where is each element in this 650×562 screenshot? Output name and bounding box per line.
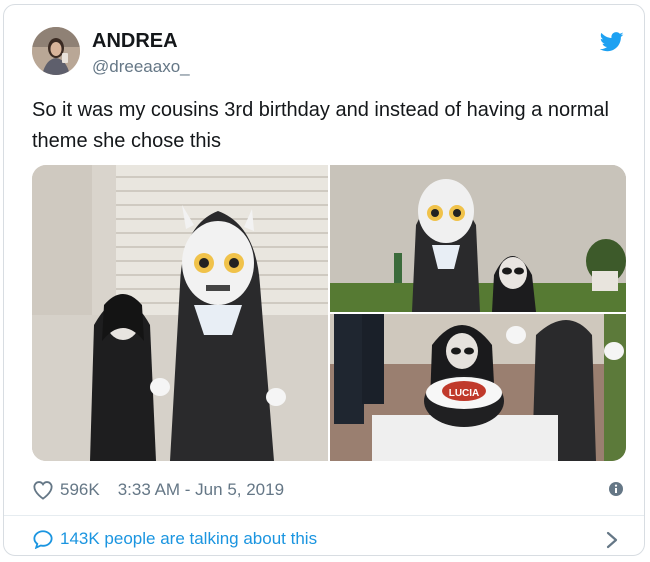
chevron-right-icon[interactable] (605, 530, 619, 550)
like-count[interactable]: 596K (60, 480, 100, 500)
tweet-text: So it was my cousins 3rd birthday and in… (32, 99, 609, 152)
author-avatar[interactable] (32, 27, 80, 75)
speech-bubble-icon (33, 530, 53, 549)
author-handle[interactable]: @dreeaaxo_ (92, 57, 190, 77)
tweet-card: ANDREA @dreeaaxo_ So it was my cousins 3… (3, 4, 645, 556)
avatar-image (32, 27, 80, 75)
conversation-link[interactable]: 143K people are talking about this (32, 529, 317, 549)
divider (4, 515, 644, 516)
conversation-text: 143K people are talking about this (60, 529, 318, 548)
photo-bottom-right[interactable]: LUCIA (330, 314, 626, 461)
photo-collage: LUCIA (32, 165, 626, 461)
heart-icon[interactable] (32, 480, 54, 500)
tweet-meta: 596K 3:33 AM - Jun 5, 2019 (32, 479, 284, 501)
cake-text: LUCIA (449, 388, 480, 399)
photo-left[interactable] (32, 165, 328, 461)
twitter-bird-icon[interactable] (600, 32, 624, 52)
tweet-photo-grid[interactable]: LUCIA (32, 165, 626, 461)
author-name[interactable]: ANDREA (92, 30, 178, 53)
tweet-timestamp[interactable]: 3:33 AM - Jun 5, 2019 (118, 480, 284, 500)
info-icon[interactable] (608, 481, 624, 497)
photo-top-right[interactable] (330, 165, 626, 312)
